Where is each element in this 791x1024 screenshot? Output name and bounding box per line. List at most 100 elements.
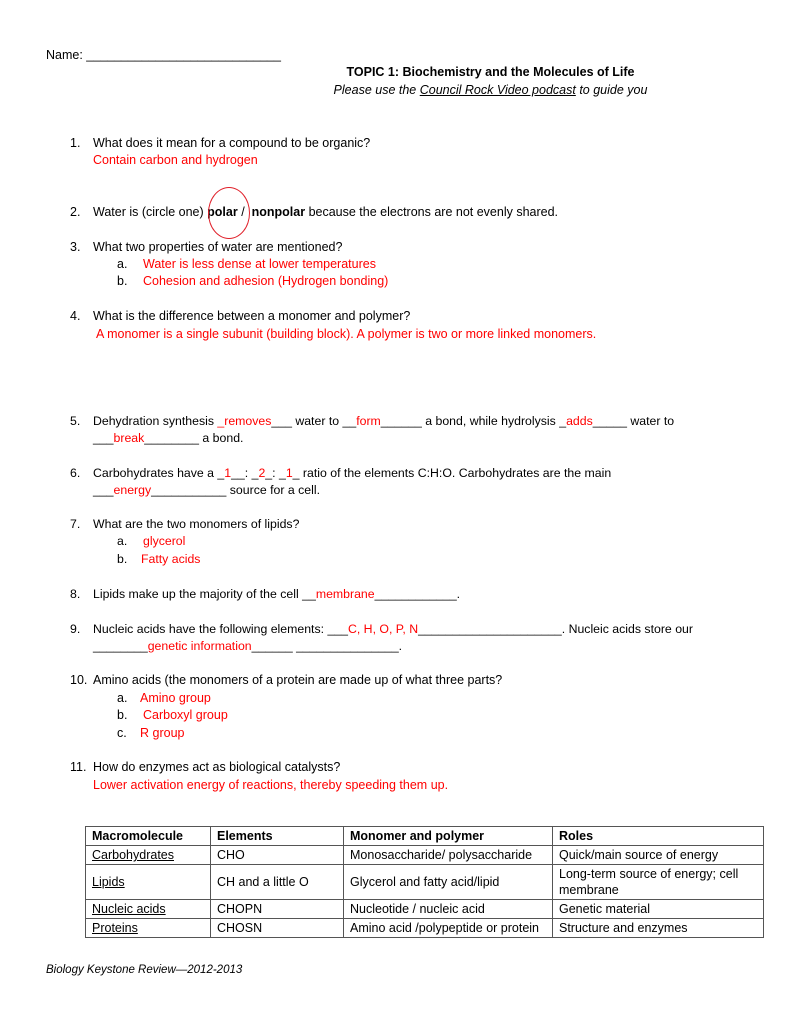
page-title: TOPIC 1: Biochemistry and the Molecules … — [346, 65, 635, 79]
text: ___________ source for a cell. — [151, 483, 321, 497]
cell-macromolecule: Proteins — [85, 918, 211, 938]
subtitle-suffix: to guide you — [575, 83, 648, 97]
text: ____________. — [374, 587, 461, 601]
cell-elements: CHOPN — [210, 899, 344, 919]
answer-blank: C, H, O, P, N — [347, 622, 419, 636]
table-row: Lipids CH and a little O Glycerol and fa… — [85, 864, 764, 900]
cell-monomer-polymer: Monosaccharide/ polysaccharide — [343, 845, 553, 865]
question-text: Lipids make up the majority of the cell … — [93, 586, 460, 602]
text: Nucleic acids have the following element… — [93, 622, 348, 636]
sub-label: c. — [117, 726, 127, 740]
answer-blank: 1 — [285, 466, 293, 480]
question-number: 3. — [70, 240, 81, 254]
cell-macromolecule: Lipids — [85, 864, 211, 900]
text: ___ — [93, 483, 114, 497]
text: ________ — [93, 639, 148, 653]
answer-text: Water is less dense at lower temperature… — [143, 257, 376, 271]
answer-circle-mark — [208, 187, 250, 239]
sub-label: b. — [117, 552, 128, 566]
question-text: What are the two monomers of lipids? — [93, 517, 300, 531]
answer-text: Lower activation energy of reactions, th… — [93, 778, 449, 792]
cell-roles: Quick/main source of energy — [552, 845, 764, 865]
answer-text: Fatty acids — [141, 552, 201, 566]
question-number: 2. — [70, 205, 81, 219]
sub-label: a. — [117, 257, 128, 271]
text: ________ a bond. — [144, 431, 244, 445]
text: ______ _______________. — [251, 639, 403, 653]
question-text: What does it mean for a compound to be o… — [93, 136, 371, 150]
answer-blank: _removes — [217, 414, 272, 428]
sub-label: a. — [117, 534, 128, 548]
answer-text: Carboxyl group — [143, 708, 228, 722]
option-nonpolar: nonpolar — [251, 205, 306, 219]
question-text: How do enzymes act as biological catalys… — [93, 760, 341, 774]
cell-macromolecule: Nucleic acids — [85, 899, 211, 919]
text: Carbohydrates have a _ — [93, 466, 225, 480]
question-line-2: ________genetic information______ ______… — [93, 638, 402, 654]
table-row: Proteins CHOSN Amino acid /polypeptide o… — [85, 918, 764, 938]
answer-blank: genetic information — [147, 639, 252, 653]
question-number: 1. — [70, 136, 81, 150]
cell-monomer-polymer: Nucleotide / nucleic acid — [343, 899, 553, 919]
cell-monomer-polymer: Amino acid /polypeptide or protein — [343, 918, 553, 938]
header-elements: Elements — [210, 826, 344, 846]
question-number: 5. — [70, 414, 81, 428]
header-macromolecule: Macromolecule — [85, 826, 211, 846]
cell-roles: Structure and enzymes — [552, 918, 764, 938]
text: Lipids make up the majority of the cell … — [93, 587, 316, 601]
text: Dehydration synthesis — [93, 414, 218, 428]
sub-label: b. — [117, 274, 128, 288]
answer-text: Contain carbon and hydrogen — [93, 153, 258, 167]
question-number: 8. — [70, 587, 81, 601]
text: _ ratio of the elements C:H:O. Carbohydr… — [292, 466, 612, 480]
cell-roles: Long-term source of energy; cell membran… — [552, 864, 764, 900]
question-line-1: Carbohydrates have a _1__: _2_: _1_ rati… — [93, 465, 611, 481]
cell-monomer-polymer: Glycerol and fatty acid/lipid — [343, 864, 553, 900]
text: ______ a bond, while hydrolysis _ — [380, 414, 567, 428]
question-number: 9. — [70, 622, 81, 636]
question-line-1: Dehydration synthesis _removes___ water … — [93, 413, 674, 429]
text: ___ water to __ — [271, 414, 357, 428]
question-line-2: ___energy___________ source for a cell. — [93, 482, 320, 498]
text: ___ — [93, 431, 114, 445]
podcast-reference: Council Rock Video podcast — [419, 83, 576, 97]
cell-elements: CH and a little O — [210, 864, 344, 900]
question-text: Water is (circle one) polar / nonpolar b… — [93, 204, 558, 220]
question-text: What two properties of water are mention… — [93, 240, 343, 254]
question-number: 11. — [70, 760, 87, 774]
answer-blank: form — [356, 414, 381, 428]
text: __: _ — [231, 466, 259, 480]
table-row: Nucleic acids CHOPN Nucleotide / nucleic… — [85, 899, 764, 919]
answer-blank: energy — [113, 483, 152, 497]
cell-macromolecule: Carbohydrates — [85, 845, 211, 865]
sub-label: a. — [117, 691, 128, 705]
page-subtitle: Please use the Council Rock Video podcas… — [0, 82, 791, 98]
answer-blank: break — [113, 431, 145, 445]
answer-text: A monomer is a single subunit (building … — [96, 327, 597, 341]
question-number: 7. — [70, 517, 81, 531]
table-row: Carbohydrates CHO Monosaccharide/ polysa… — [85, 845, 764, 865]
question-number: 10. — [70, 673, 88, 687]
text: _____________________. Nucleic acids sto… — [418, 622, 693, 636]
cell-elements: CHOSN — [210, 918, 344, 938]
macromolecule-table: Macromolecule Elements Monomer and polym… — [85, 826, 764, 938]
answer-text: R group — [140, 726, 185, 740]
subtitle-prefix: Please use the — [333, 83, 420, 97]
text: _____ water to — [592, 414, 675, 428]
answer-blank: membrane — [315, 587, 375, 601]
question-text: Amino acids (the monomers of a protein a… — [93, 673, 503, 687]
cell-elements: CHO — [210, 845, 344, 865]
sub-label: b. — [117, 708, 128, 722]
table-header-row: Macromolecule Elements Monomer and polym… — [85, 826, 764, 846]
header-roles: Roles — [552, 826, 764, 846]
answer-text: glycerol — [143, 534, 186, 548]
question-line-1: Nucleic acids have the following element… — [93, 621, 693, 637]
answer-text: Amino group — [140, 691, 211, 705]
question-text-after: because the electrons are not evenly sha… — [305, 205, 559, 219]
header-monomer-polymer: Monomer and polymer — [343, 826, 553, 846]
question-number: 4. — [70, 309, 81, 323]
name-field-label: Name: ____________________________ — [46, 48, 281, 62]
question-number: 6. — [70, 466, 81, 480]
question-text: What is the difference between a monomer… — [93, 309, 411, 323]
footer-text: Biology Keystone Review—2012-2013 — [46, 964, 243, 976]
